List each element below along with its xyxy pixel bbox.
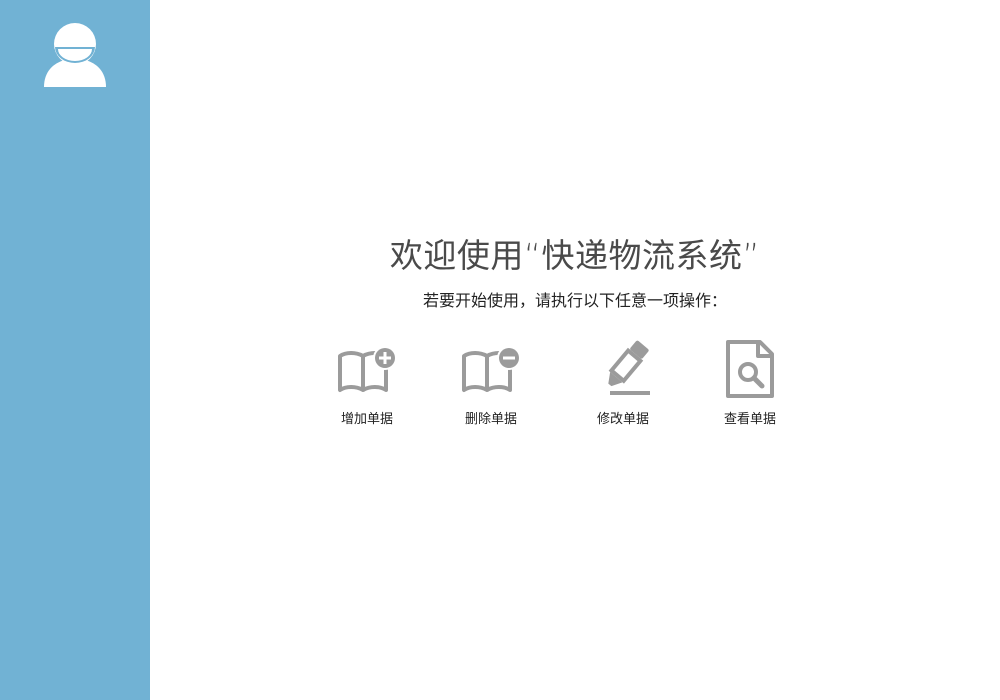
welcome-title: 欢迎使用“快递物流系统” (389, 236, 761, 275)
main-content: 欢迎使用“快递物流系统” 若要开始使用，请执行以下任意一项操作： 增加单据 删除… (150, 0, 1000, 700)
edit-record-button[interactable]: 修改单据 (578, 338, 668, 430)
book-plus-icon (338, 346, 397, 392)
delete-record-button[interactable]: 删除单据 (446, 338, 536, 430)
user-avatar-icon[interactable] (43, 22, 107, 88)
add-record-label: 增加单据 (340, 412, 393, 427)
add-record-button[interactable]: 增加单据 (322, 338, 412, 430)
document-search-icon (726, 340, 774, 398)
book-minus-icon (462, 346, 521, 392)
sidebar (0, 0, 150, 700)
view-record-label: 查看单据 (723, 412, 776, 427)
app-window: 欢迎使用“快递物流系统” 若要开始使用，请执行以下任意一项操作： 增加单据 删除… (0, 0, 1000, 700)
view-record-button[interactable]: 查看单据 (705, 338, 795, 430)
welcome-subtitle: 若要开始使用，请执行以下任意一项操作： (422, 291, 727, 310)
edit-record-label: 修改单据 (596, 412, 649, 427)
pencil-edit-icon (608, 340, 650, 395)
delete-record-label: 删除单据 (464, 412, 517, 427)
